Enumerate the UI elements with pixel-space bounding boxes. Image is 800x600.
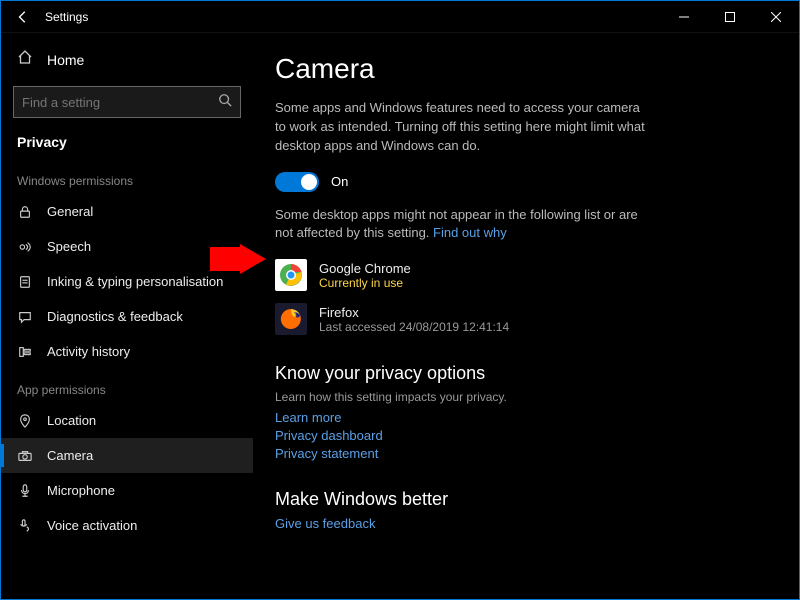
- make-windows-better-title: Make Windows better: [275, 489, 773, 510]
- app-name: Firefox: [319, 305, 509, 320]
- sidebar-item-diagnostics[interactable]: Diagnostics & feedback: [1, 299, 253, 334]
- home-icon: [17, 49, 33, 70]
- category-title: Privacy: [1, 128, 253, 160]
- home-label: Home: [47, 52, 84, 68]
- location-icon: [17, 414, 33, 428]
- sidebar-item-camera[interactable]: Camera: [1, 438, 253, 473]
- privacy-statement-link[interactable]: Privacy statement: [275, 446, 773, 461]
- clipboard-icon: [17, 275, 33, 289]
- back-button[interactable]: [7, 1, 39, 33]
- learn-more-link[interactable]: Learn more: [275, 410, 773, 425]
- sidebar-item-label: Voice activation: [47, 518, 137, 533]
- group-windows-permissions: Windows permissions: [1, 160, 253, 194]
- voice-icon: [17, 519, 33, 533]
- sidebar-item-inking[interactable]: Inking & typing personalisation: [1, 264, 253, 299]
- maximize-button[interactable]: [707, 1, 753, 33]
- note-text: Some desktop apps might not appear in th…: [275, 206, 645, 244]
- sidebar-item-microphone[interactable]: Microphone: [1, 473, 253, 508]
- page-title: Camera: [275, 53, 773, 85]
- search-box[interactable]: [13, 86, 241, 118]
- sidebar-item-label: Speech: [47, 239, 91, 254]
- sidebar-item-location[interactable]: Location: [1, 403, 253, 438]
- speech-icon: [17, 240, 33, 254]
- minimize-button[interactable]: [661, 1, 707, 33]
- sidebar-item-activity-history[interactable]: Activity history: [1, 334, 253, 369]
- firefox-icon: [275, 303, 307, 335]
- window-title: Settings: [45, 10, 88, 24]
- sidebar-item-label: Camera: [47, 448, 93, 463]
- sidebar-item-general[interactable]: General: [1, 194, 253, 229]
- sidebar-item-label: Location: [47, 413, 96, 428]
- app-row-chrome: Google Chrome Currently in use: [275, 259, 773, 291]
- titlebar: Settings: [1, 1, 799, 33]
- sidebar-item-label: Diagnostics & feedback: [47, 309, 183, 324]
- sidebar-item-label: Inking & typing personalisation: [47, 274, 223, 289]
- app-row-firefox: Firefox Last accessed 24/08/2019 12:41:1…: [275, 303, 773, 335]
- find-out-why-link[interactable]: Find out why: [433, 225, 507, 240]
- give-feedback-link[interactable]: Give us feedback: [275, 516, 773, 531]
- feedback-icon: [17, 310, 33, 324]
- group-app-permissions: App permissions: [1, 369, 253, 403]
- sidebar-item-label: General: [47, 204, 93, 219]
- sidebar-item-voice-activation[interactable]: Voice activation: [1, 508, 253, 543]
- close-button[interactable]: [753, 1, 799, 33]
- know-privacy-title: Know your privacy options: [275, 363, 773, 384]
- toggle-label: On: [331, 174, 348, 189]
- know-privacy-desc: Learn how this setting impacts your priv…: [275, 390, 773, 404]
- sidebar-item-speech[interactable]: Speech: [1, 229, 253, 264]
- sidebar-item-label: Microphone: [47, 483, 115, 498]
- lock-icon: [17, 205, 33, 219]
- chrome-icon: [275, 259, 307, 291]
- home-button[interactable]: Home: [1, 39, 253, 80]
- camera-toggle[interactable]: [275, 172, 319, 192]
- page-description: Some apps and Windows features need to a…: [275, 99, 645, 156]
- microphone-icon: [17, 484, 33, 498]
- sidebar-item-label: Activity history: [47, 344, 130, 359]
- history-icon: [17, 345, 33, 359]
- sidebar: Home Privacy Windows permissions General…: [1, 33, 253, 599]
- search-icon: [218, 93, 232, 112]
- content-pane: Camera Some apps and Windows features ne…: [253, 33, 799, 599]
- app-status: Last accessed 24/08/2019 12:41:14: [319, 320, 509, 334]
- app-status: Currently in use: [319, 276, 411, 290]
- app-name: Google Chrome: [319, 261, 411, 276]
- search-input[interactable]: [22, 95, 218, 110]
- privacy-dashboard-link[interactable]: Privacy dashboard: [275, 428, 773, 443]
- camera-icon: [17, 449, 33, 463]
